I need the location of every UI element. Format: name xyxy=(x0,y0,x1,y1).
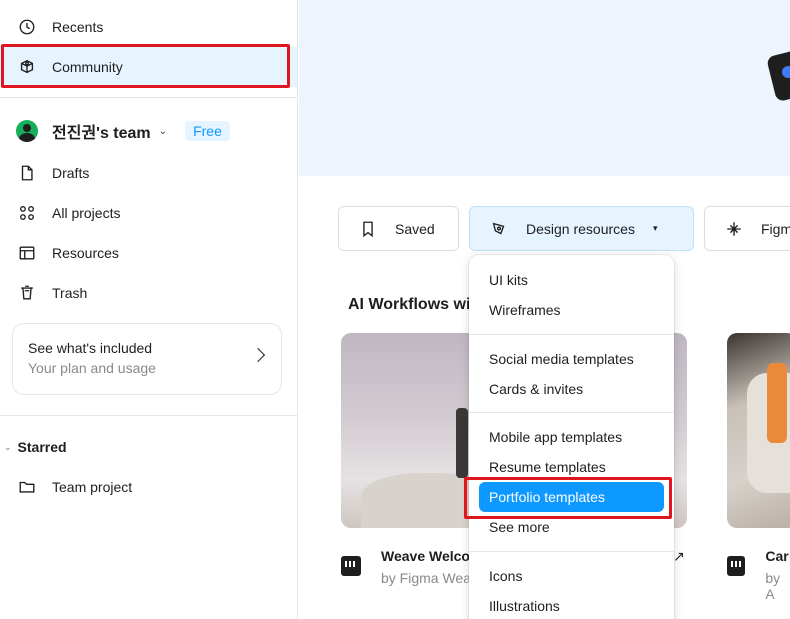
sidebar-divider xyxy=(0,97,297,98)
folder-icon xyxy=(16,476,38,498)
starred-section-toggle[interactable]: ⌄ Starred xyxy=(0,432,67,462)
bookmark-icon xyxy=(363,221,373,237)
menu-item-see-more[interactable]: See more xyxy=(469,512,674,542)
design-resources-icon xyxy=(492,222,505,234)
sidebar-item-label: Community xyxy=(52,59,123,75)
starred-label: Starred xyxy=(17,439,67,455)
chevron-down-icon: ▾ xyxy=(652,223,658,233)
sidebar-item-label: Recents xyxy=(52,19,104,35)
section-title: AI Workflows wi xyxy=(348,296,471,313)
hero-illustration-dot xyxy=(782,66,790,78)
sidebar-item-team-project[interactable]: Team project xyxy=(0,467,297,507)
grid-icon xyxy=(16,202,38,224)
card-title: Car xyxy=(765,548,789,564)
sidebar-item-drafts[interactable]: Drafts xyxy=(0,153,297,193)
publisher-logo-icon xyxy=(341,556,361,576)
plan-card-title: See what's included xyxy=(28,340,153,356)
sidebar-item-resources[interactable]: Resources xyxy=(0,233,297,273)
pill-label: Saved xyxy=(395,220,435,237)
sidebar-item-label: All projects xyxy=(52,205,121,221)
menu-item-wireframes[interactable]: Wireframes xyxy=(469,295,674,325)
design-resources-dropdown[interactable]: Design resources ▾ xyxy=(469,206,694,251)
card-meta[interactable]: Car by A xyxy=(727,548,790,602)
sidebar-item-recents[interactable]: Recents xyxy=(0,7,297,47)
pill-label: Design resources xyxy=(526,220,635,237)
menu-item-portfolio-templates[interactable]: Portfolio templates xyxy=(479,482,664,512)
menu-item-cards-invites[interactable]: Cards & invites xyxy=(469,374,674,404)
plugin-icon xyxy=(727,221,741,236)
team-switcher[interactable]: 전진권's team ⌄ Free xyxy=(16,118,230,144)
resources-icon xyxy=(16,242,38,264)
menu-separator xyxy=(469,412,674,413)
pill-label: Figm xyxy=(761,220,790,237)
sidebar-item-trash[interactable]: Trash xyxy=(0,273,297,313)
external-link-icon[interactable]: ↗ xyxy=(673,548,685,565)
sidebar-item-label: Drafts xyxy=(52,165,90,181)
menu-item-social-media-templates[interactable]: Social media templates xyxy=(469,344,674,374)
figma-plugins-button[interactable]: Figm xyxy=(704,206,790,251)
menu-item-ui-kits[interactable]: UI kits xyxy=(469,265,674,295)
plan-badge: Free xyxy=(185,121,230,141)
sidebar-item-label: Trash xyxy=(52,285,88,301)
menu-item-illustrations[interactable]: Illustrations xyxy=(469,591,674,619)
menu-separator xyxy=(469,551,674,552)
app-root: Recents Community 전진권's team ⌄ Free Draf… xyxy=(0,0,790,619)
menu-item-icons[interactable]: Icons xyxy=(469,561,674,591)
card-author: by Figma Wea xyxy=(381,570,471,586)
sidebar-item-label: Team project xyxy=(52,479,133,495)
sidebar-item-community[interactable]: Community xyxy=(0,47,297,87)
sidebar: Recents Community 전진권's team ⌄ Free Draf… xyxy=(0,0,298,619)
clock-icon xyxy=(16,16,38,38)
community-icon xyxy=(16,56,38,78)
thumbnail-accent xyxy=(767,363,787,443)
publisher-logo-icon xyxy=(727,556,746,576)
saved-button[interactable]: Saved xyxy=(338,206,459,251)
sidebar-item-label: Resources xyxy=(52,245,119,261)
trash-icon xyxy=(16,282,38,304)
chevron-down-icon: ⌄ xyxy=(158,125,168,137)
plan-usage-card[interactable]: See what's included Your plan and usage xyxy=(12,323,282,395)
file-icon xyxy=(16,162,38,184)
card-meta[interactable]: Weave Welco by Figma Wea xyxy=(341,548,471,586)
team-name: 전진권's team xyxy=(52,125,151,142)
sidebar-item-all-projects[interactable]: All projects xyxy=(0,193,297,233)
menu-separator xyxy=(469,334,674,335)
plan-card-subtitle: Your plan and usage xyxy=(28,360,156,376)
card-title: Weave Welco xyxy=(381,548,470,564)
card-author: by A xyxy=(765,570,781,602)
menu-item-mobile-app-templates[interactable]: Mobile app templates xyxy=(469,422,674,452)
sidebar-divider xyxy=(0,415,297,416)
menu-item-resume-templates[interactable]: Resume templates xyxy=(469,452,674,482)
chevron-down-icon: ⌄ xyxy=(4,441,12,452)
hero-banner xyxy=(299,0,790,176)
card-thumbnail[interactable] xyxy=(727,333,790,528)
avatar xyxy=(16,120,38,142)
design-resources-menu: UI kits Wireframes Social media template… xyxy=(469,255,674,619)
thumbnail-figure xyxy=(456,408,468,478)
